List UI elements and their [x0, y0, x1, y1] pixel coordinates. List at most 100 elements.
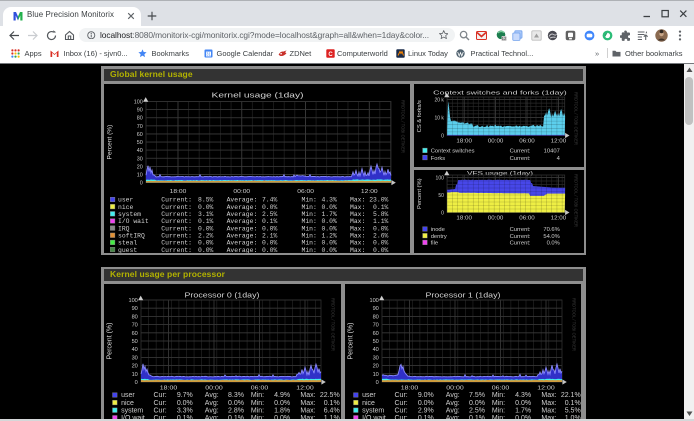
svg-text:Context switches and forks (1: Context switches and forks (1day) [433, 90, 567, 96]
svg-text:Min:: Min: [491, 392, 504, 399]
svg-text:10: 10 [372, 372, 378, 378]
svg-text:Min:: Min: [302, 247, 317, 253]
svg-text:2.2%: 2.2% [198, 232, 214, 239]
svg-text:18:00: 18:00 [400, 386, 417, 392]
svg-text:22.1%: 22.1% [560, 392, 580, 399]
svg-text:7.5%: 7.5% [469, 392, 485, 399]
svg-text:0.0%: 0.0% [274, 400, 290, 407]
svg-text:70: 70 [372, 323, 378, 329]
svg-text:12:00: 12:00 [551, 215, 567, 221]
svg-text:Current:: Current: [161, 240, 192, 247]
svg-text:1.1%: 1.1% [373, 218, 389, 225]
svg-text:10407: 10407 [544, 149, 560, 155]
svg-text:Min:: Min: [302, 218, 317, 225]
svg-text:guest: guest [118, 247, 137, 253]
svg-text:softIRQ: softIRQ [118, 232, 145, 239]
svg-text:Max:: Max: [350, 211, 365, 218]
svg-text:VFS usage (1day): VFS usage (1day) [467, 171, 533, 177]
svg-text:1.7%: 1.7% [321, 211, 337, 218]
svg-text:Current:: Current: [510, 149, 531, 155]
svg-text:0.0%: 0.0% [262, 247, 278, 253]
svg-text:dentry: dentry [431, 234, 447, 240]
svg-text:80: 80 [137, 116, 143, 122]
svg-text:90: 90 [137, 108, 143, 114]
svg-text:Min:: Min: [251, 392, 264, 399]
svg-text:20: 20 [132, 364, 138, 370]
svg-text:0.0%: 0.0% [262, 225, 278, 232]
svg-text:0.0%: 0.0% [228, 400, 244, 407]
svg-text:Max:: Max: [541, 400, 556, 407]
svg-text:10: 10 [137, 172, 143, 178]
svg-text:Avg:: Avg: [205, 400, 219, 407]
svg-text:Min:: Min: [251, 400, 264, 407]
svg-text:0.0%: 0.0% [469, 400, 485, 407]
svg-text:00:00: 00:00 [233, 189, 250, 195]
svg-text:Max:: Max: [350, 247, 365, 253]
svg-text:0.1%: 0.1% [324, 400, 340, 407]
svg-text:0: 0 [140, 181, 143, 187]
svg-text:Cur:: Cur: [154, 400, 167, 407]
svg-text:Percent (%): Percent (%) [107, 323, 114, 360]
svg-text:0.0%: 0.0% [373, 225, 389, 232]
svg-text:6.4%: 6.4% [324, 407, 340, 414]
svg-text:80: 80 [132, 314, 138, 320]
svg-text:100: 100 [436, 176, 445, 182]
svg-text:12: 12 [501, 36, 507, 41]
svg-text:Avg:: Avg: [445, 392, 459, 399]
svg-text:18:00: 18:00 [456, 139, 472, 145]
svg-text:Avg:: Avg: [445, 400, 459, 407]
svg-text:1.8%: 1.8% [274, 407, 290, 414]
svg-text:nice: nice [121, 400, 134, 407]
svg-text:system: system [121, 407, 143, 414]
svg-text:Current:: Current: [510, 241, 531, 247]
svg-text:00:00: 00:00 [446, 386, 463, 392]
svg-text:RRDTOOL / TOBI OETIKER: RRDTOOL / TOBI OETIKER [574, 174, 579, 227]
svg-text:40: 40 [372, 347, 378, 353]
svg-text:00:00: 00:00 [205, 386, 222, 392]
svg-text:18:00: 18:00 [160, 386, 177, 392]
svg-text:Average:: Average: [227, 204, 258, 211]
svg-text:12:00: 12:00 [361, 189, 378, 195]
svg-text:Current:: Current: [161, 247, 192, 253]
svg-text:Average:: Average: [227, 232, 258, 239]
svg-text:Min:: Min: [302, 225, 317, 232]
svg-text:4.9%: 4.9% [274, 392, 290, 399]
svg-text:Cur:: Cur: [394, 407, 407, 414]
svg-text:12:00: 12:00 [537, 386, 554, 392]
svg-text:7.4%: 7.4% [262, 197, 278, 204]
svg-text:0.0%: 0.0% [321, 204, 337, 211]
svg-text:0.0%: 0.0% [198, 247, 214, 253]
svg-text:30: 30 [132, 355, 138, 361]
svg-text:Forks: Forks [431, 156, 446, 162]
svg-text:user: user [362, 392, 376, 399]
svg-text:60: 60 [137, 132, 143, 138]
svg-text:40: 40 [132, 347, 138, 353]
svg-text:5.5%: 5.5% [564, 407, 580, 414]
svg-text:06:00: 06:00 [297, 189, 314, 195]
svg-text:Kernel usage (1day): Kernel usage (1day) [212, 93, 304, 100]
svg-text:30: 30 [372, 355, 378, 361]
svg-text:5.8%: 5.8% [373, 211, 389, 218]
svg-text:Current:: Current: [161, 197, 192, 204]
svg-text:20: 20 [137, 164, 143, 170]
svg-text:2.5%: 2.5% [469, 407, 485, 414]
svg-text:Max:: Max: [541, 407, 556, 414]
svg-text:0.0%: 0.0% [321, 225, 337, 232]
svg-text:0.1%: 0.1% [262, 218, 278, 225]
svg-text:10 k: 10 k [434, 116, 444, 122]
svg-text:Min:: Min: [302, 197, 317, 204]
svg-text:18:00: 18:00 [456, 215, 472, 221]
svg-text:Average:: Average: [227, 197, 258, 204]
svg-text:Percent (%): Percent (%) [347, 323, 354, 360]
svg-text:Average:: Average: [227, 240, 258, 247]
svg-text:0: 0 [441, 211, 444, 217]
svg-text:Cur:: Cur: [394, 392, 407, 399]
svg-text:23.0%: 23.0% [369, 197, 388, 204]
svg-text:80: 80 [372, 314, 378, 320]
svg-text:0.0%: 0.0% [262, 204, 278, 211]
svg-text:Current:: Current: [510, 227, 531, 233]
svg-text:Max:: Max: [300, 400, 315, 407]
svg-text:9.0%: 9.0% [417, 392, 433, 399]
svg-text:9.7%: 9.7% [177, 392, 193, 399]
svg-text:Max:: Max: [350, 218, 365, 225]
